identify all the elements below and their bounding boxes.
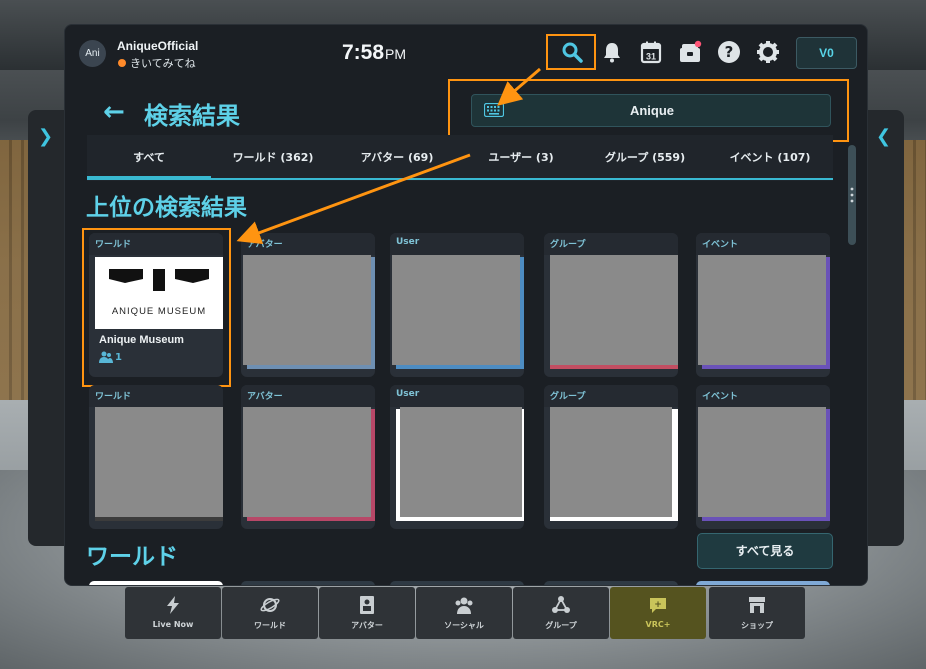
tab-users[interactable]: ユーザー (3) (459, 135, 583, 181)
section-title-top-results: 上位の検索結果 (86, 195, 247, 221)
redacted-thumbnail (698, 255, 826, 365)
user-status: きいてみてね (130, 57, 196, 70)
status-dot (118, 59, 126, 67)
page-title: 検索結果 (144, 102, 240, 130)
side-panel-left (28, 110, 68, 546)
calendar-day: 31 (646, 52, 656, 62)
result-card-avatar[interactable]: アバター (241, 233, 375, 377)
bottom-dock: Live Now ワールド アバター ソーシャル グループ + VRC+ ショッ… (125, 587, 806, 639)
dock-live-now[interactable]: Live Now (125, 587, 221, 639)
card-type-label: User (396, 389, 420, 399)
result-card-user[interactable]: User (390, 233, 524, 377)
result-card-event[interactable]: イベント (696, 385, 830, 529)
redacted-thumbnail (550, 407, 672, 517)
world-card-partial[interactable] (241, 581, 375, 585)
top-result-highlight (82, 228, 231, 387)
dock-label: ショップ (741, 621, 773, 630)
dock-label: ワールド (254, 621, 286, 630)
dock-label: ソーシャル (444, 621, 484, 630)
card-type-label: アバター (247, 240, 283, 250)
result-card-user[interactable]: User (390, 385, 524, 529)
dock-label: グループ (545, 621, 577, 630)
search-icon-highlight (546, 34, 596, 70)
result-card-world[interactable]: ワールド (89, 385, 223, 529)
result-card-event[interactable]: イベント (696, 233, 830, 377)
card-type-label: User (396, 237, 420, 247)
scroll-handle-icon (850, 187, 854, 203)
result-card-group[interactable]: グループ (544, 233, 678, 377)
svg-text:?: ? (725, 43, 734, 61)
result-card-group[interactable]: グループ (544, 385, 678, 529)
card-type-label: イベント (702, 392, 739, 402)
redacted-thumbnail (698, 407, 826, 517)
redacted-thumbnail (550, 255, 678, 365)
vrc-balance-button[interactable]: V0 (796, 37, 857, 69)
shop-icon (749, 597, 765, 613)
clock-ampm: PM (385, 46, 407, 62)
world-card-partial[interactable] (544, 581, 678, 585)
planet-icon (260, 598, 280, 612)
dock-groups[interactable]: グループ (513, 587, 609, 639)
dock-social[interactable]: ソーシャル (416, 587, 512, 639)
social-icon (455, 597, 473, 614)
dock-avatars[interactable]: アバター (319, 587, 415, 639)
search-input[interactable]: Anique (471, 94, 831, 127)
avatar-icon (360, 596, 374, 614)
svg-text:+: + (654, 600, 662, 610)
world-card-partial[interactable] (390, 581, 524, 585)
card-type-label: ワールド (95, 392, 132, 402)
tab-worlds[interactable]: ワールド (362) (211, 135, 335, 181)
quick-menu-panel: Ani AniqueOfficial きいてみてね 7:58PM 31 ? V0… (64, 24, 868, 586)
world-card-partial[interactable] (696, 581, 830, 585)
tab-events[interactable]: イベント (107) (707, 135, 833, 181)
tab-groups[interactable]: グループ (559) (583, 135, 707, 181)
card-type-label: グループ (550, 240, 586, 250)
clock-time: 7:58 (342, 41, 385, 64)
help-icon[interactable]: ? (716, 39, 742, 65)
vrcplus-icon: + (650, 598, 666, 613)
dock-label: アバター (351, 621, 383, 630)
redacted-thumbnail (243, 255, 371, 365)
wing-icon-left: ❯ (38, 126, 54, 147)
clock: 7:58PM (342, 41, 406, 65)
card-type-label: アバター (247, 392, 283, 402)
gear-icon[interactable] (755, 39, 781, 65)
inventory-icon[interactable] (677, 39, 703, 65)
card-type-label: イベント (702, 240, 739, 250)
dock-shop[interactable]: ショップ (709, 587, 805, 639)
redacted-thumbnail (400, 407, 522, 517)
result-tabs: すべて ワールド (362) アバター (69) ユーザー (3) グループ (… (87, 135, 833, 181)
avatar[interactable]: Ani (79, 40, 106, 67)
username: AniqueOfficial (117, 39, 199, 53)
wing-icon-right: ❮ (876, 126, 892, 147)
dock-vrc-plus[interactable]: + VRC+ (610, 587, 706, 639)
see-all-button[interactable]: すべて見る (697, 533, 833, 569)
tab-avatars[interactable]: アバター (69) (335, 135, 459, 181)
top-bar: Ani AniqueOfficial きいてみてね 7:58PM 31 ? V0 (65, 25, 867, 85)
tab-all[interactable]: すべて (87, 135, 211, 181)
redacted-thumbnail (95, 407, 223, 517)
redacted-thumbnail (243, 407, 371, 517)
search-value: Anique (629, 103, 675, 118)
dock-label: Live Now (152, 620, 194, 629)
bell-icon[interactable] (599, 39, 625, 65)
tab-active-indicator (87, 176, 211, 180)
world-card-partial[interactable] (89, 581, 223, 585)
calendar-icon[interactable]: 31 (638, 39, 664, 65)
group-icon (552, 596, 570, 613)
card-type-label: グループ (550, 392, 586, 402)
dock-label: VRC+ (645, 620, 671, 629)
redacted-thumbnail (392, 255, 520, 365)
dock-worlds[interactable]: ワールド (222, 587, 318, 639)
result-card-avatar[interactable]: アバター (241, 385, 375, 529)
lightning-icon (167, 596, 179, 614)
section-title-worlds: ワールド (86, 544, 178, 570)
back-arrow-icon[interactable]: ← (103, 97, 125, 127)
